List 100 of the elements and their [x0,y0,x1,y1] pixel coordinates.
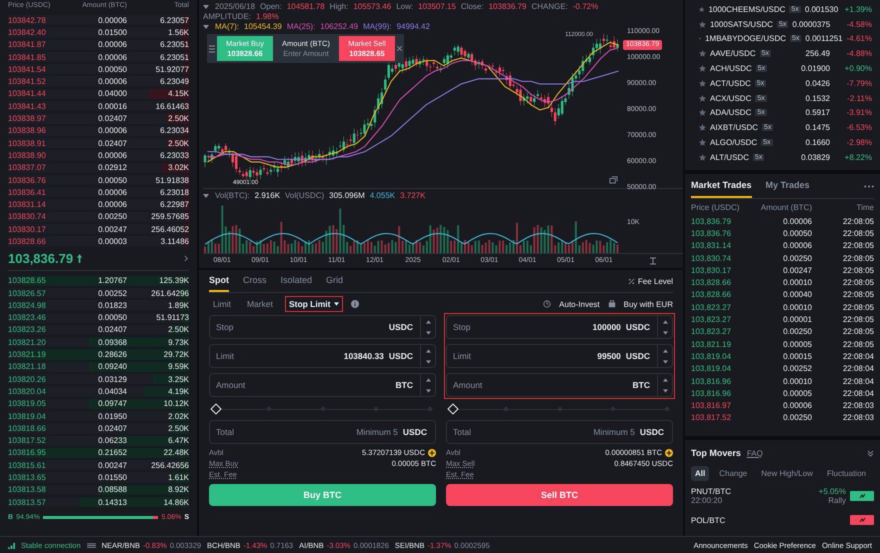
trade-amount: 0.00250 [782,327,812,336]
ask-price: 103841.52 [8,77,47,86]
trade-amount: 0.00006 [782,241,812,250]
input-field[interactable]: Limit 103840.33 USDC [209,344,436,368]
movers-filter-tab[interactable]: Fluctuation [822,466,870,480]
star-icon[interactable] [699,124,706,132]
star-icon[interactable] [699,65,706,72]
total-input-field[interactable]: Total Minimum 5 USDC [209,420,436,444]
star-icon[interactable] [699,6,704,13]
pair-name[interactable]: ACX/USDC [710,94,752,103]
auto-invest-icon [543,300,552,308]
pair-price: 0.03829 [801,152,830,162]
movers-filter-tab[interactable]: New High/Low [757,466,817,480]
reset-scale-icon[interactable] [649,257,657,265]
pair-name[interactable]: 1000CHEEMS/USDC [708,4,786,14]
amount-text: 0.00050 [97,313,127,322]
ask-price: 103842.40 [8,28,47,37]
drag-handle-icon[interactable] [209,44,215,52]
input-field[interactable]: Stop 100000 USDC [446,315,673,339]
pair-name[interactable]: 1MBABYDOGE/USDC [705,34,786,44]
star-icon[interactable] [699,80,706,87]
trade-mode-tab[interactable]: Grid [326,270,344,292]
stat-label: AMPLITUDE: [203,12,252,22]
total-text: 4.19K [167,386,189,396]
pair-change: +8.22% [844,152,872,162]
star-icon[interactable] [699,139,706,146]
trade-mode-tab[interactable]: Isolated [280,270,312,292]
mover-pair[interactable]: PNUT/BTC [691,487,815,496]
star-icon[interactable] [699,50,706,58]
collapse-icon[interactable] [867,450,874,456]
buy-with-eur-link[interactable]: Buy with EUR [624,300,673,308]
caret-icon [334,302,338,306]
pair-name[interactable]: 1000SATS/USDC [710,20,773,29]
trade-time: 22:08:03 [842,413,874,422]
add-funds-icon[interactable] [665,448,673,456]
star-icon[interactable] [699,154,706,161]
more-icon[interactable] [864,184,874,188]
total-text: 1.56K [167,28,189,37]
pair-name[interactable]: ALGO/USDC [710,138,758,148]
trade-amount: 0.00006 [782,216,812,226]
collapse-caret-icon[interactable] [203,25,209,29]
pair-name[interactable]: ACT/USDC [710,78,751,88]
movers-filter-tab[interactable]: All [691,466,710,480]
input-field[interactable]: Amount BTC [209,373,436,397]
trade-time: 22:08:05 [842,278,874,288]
trade-mode-tab[interactable]: Cross [243,270,267,292]
auto-invest-link[interactable]: Auto-Invest [559,300,600,308]
trade-time: 22:08:05 [842,266,874,275]
input-field[interactable]: Amount BTC [446,373,673,397]
amount-text: 0.00050 [97,64,127,74]
chevron-right-icon[interactable] [184,255,189,262]
trade-time: 22:08:04 [842,352,874,361]
star-icon[interactable] [699,20,706,28]
pair-price: 256.49 [806,49,830,58]
slider-thumb[interactable] [210,403,222,415]
total-text: 2.50K [167,325,189,334]
submit-order-button[interactable]: Sell BTC [446,484,673,506]
pair-name[interactable]: AAVE/USDC [710,49,756,58]
candle-date: 2025/06/18 [215,2,256,12]
volume-value: 305.096M [329,191,365,201]
pair-name[interactable]: ADA/USDC [710,108,752,118]
trade-mode-tab[interactable]: Spot [209,270,229,292]
trade-amount: 0.00006 [782,401,812,410]
order-type-tab[interactable]: Stop Limit [284,296,342,312]
pair-name[interactable]: ALT/USDC [710,152,749,162]
mover-pair[interactable]: POL/BTC [691,516,842,524]
trade-time: 22:08:04 [842,364,874,374]
input-field[interactable]: Limit 99500 USDC [446,344,673,368]
total-text: 125.39K [158,276,189,286]
fee-level-link[interactable]: Fee Level [638,276,673,286]
pair-name[interactable]: ACH/USDC [710,64,752,74]
layers-icon[interactable] [609,175,618,184]
info-icon[interactable] [350,300,358,308]
slider-thumb[interactable] [447,403,459,415]
trades-tab[interactable]: My Trades [766,174,810,198]
movers-filter-tab[interactable]: Change [715,466,752,480]
input-field[interactable]: Stop USDC [209,315,436,339]
total-text: 9.59K [167,362,189,372]
collapse-caret-icon[interactable] [203,5,209,9]
pair-name[interactable]: AIXBT/USDC [710,123,758,132]
pair-change: -2.11% [846,94,872,103]
amount-text: 0.00006 [97,77,127,86]
add-funds-icon[interactable] [428,448,436,456]
amount-text: 0.09747 [97,399,127,408]
trades-tab[interactable]: Market Trades [691,174,752,198]
order-type-tab[interactable]: Market [242,296,277,312]
star-icon[interactable] [699,109,706,116]
star-icon[interactable] [699,94,706,102]
trade-amount: 0.00010 [782,302,812,312]
pair-change: -2.98% [846,138,872,148]
total-input-field[interactable]: Total Minimum 5 USDC [446,420,673,444]
ask-price: 103841.44 [8,89,47,98]
pair-change: +0.90% [844,64,872,74]
trade-time: 22:08:05 [842,254,874,263]
faq-link[interactable]: FAQ [746,448,763,458]
order-type-tab[interactable]: Limit [209,296,235,312]
collapse-caret-icon[interactable] [203,194,209,198]
trade-price: 103,819.04 [691,364,732,374]
close-icon[interactable] [397,46,402,51]
amount-text: 0.01550 [97,473,127,482]
